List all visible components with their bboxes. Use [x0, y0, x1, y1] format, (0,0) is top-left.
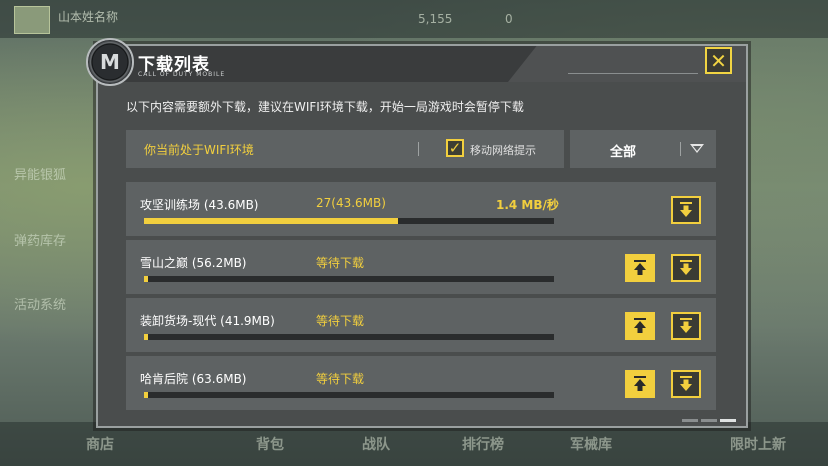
close-button[interactable]: ✕ — [705, 47, 732, 74]
download-notice: 以下内容需要额外下载，建议在WIFI环境下载，开始一局游戏时会暂停下载 — [126, 100, 524, 114]
bg-left-label-1: 异能银狐 — [14, 168, 67, 183]
page-dot — [701, 419, 717, 422]
download-button[interactable] — [671, 370, 701, 398]
pause-download-button[interactable] — [671, 196, 701, 224]
page-indicator — [679, 419, 736, 422]
arrow-down-icon — [680, 202, 692, 217]
arrow-down-icon — [680, 376, 692, 391]
progress-fill — [144, 276, 149, 282]
progress-fill — [144, 334, 149, 340]
bg-left-label-3: 活动系统 — [14, 298, 67, 313]
close-icon: ✕ — [710, 48, 727, 73]
dialog-subtitle: CALL OF DUTY MOBILE — [138, 71, 226, 78]
progress-bar — [144, 334, 554, 340]
download-row-1: 雪山之巅 (56.2MB) 等待下载 — [126, 240, 716, 294]
filter-divider — [418, 142, 419, 156]
category-dropdown[interactable]: 全部 — [570, 130, 716, 168]
download-item-status: 等待下载 — [316, 256, 365, 270]
download-item-status: 等待下载 — [316, 372, 365, 386]
network-filter-bar: 你当前处于WIFI环境 ✓ 移动网络提示 — [126, 130, 564, 168]
arrow-down-icon — [680, 318, 692, 333]
mobile-prompt-label[interactable]: 移动网络提示 — [470, 142, 536, 158]
download-item-name: 装卸货场-现代 (41.9MB) — [140, 314, 275, 328]
arrow-down-icon — [680, 260, 692, 275]
bg-tab-rank: 排行榜 — [462, 437, 504, 453]
progress-fill — [144, 392, 149, 398]
download-button[interactable] — [671, 312, 701, 340]
download-button[interactable] — [671, 254, 701, 282]
bg-tab-bag: 背包 — [256, 437, 284, 453]
progress-bar — [144, 218, 554, 224]
dropdown-selected: 全部 — [610, 145, 637, 160]
bg-tab-clan: 战队 — [362, 437, 390, 453]
dialog-header: M 下载列表 CALL OF DUTY MOBILE ✕ — [86, 38, 746, 86]
download-item-name: 攻坚训练场 (43.6MB) — [140, 198, 259, 212]
page-dot — [682, 419, 698, 422]
download-item-name: 哈肯后院 (63.6MB) — [140, 372, 247, 386]
bottom-nav: 商店 背包 战队 排行榜 军械库 限时上新 — [0, 422, 828, 466]
checkmark-icon: ✓ — [448, 139, 462, 157]
download-item-status: 等待下载 — [316, 314, 365, 328]
bg-tab-armory: 军械库 — [570, 437, 612, 453]
download-list-dialog: M 下载列表 CALL OF DUTY MOBILE ✕ 以下内容需要额外下载，… — [86, 38, 748, 428]
download-row-2: 装卸货场-现代 (41.9MB) 等待下载 — [126, 298, 716, 352]
chevron-down-icon — [690, 144, 704, 153]
bg-left-label-2: 弹药库存 — [14, 234, 67, 249]
top-hud: 山本姓名称 5,155 0 — [0, 0, 828, 38]
download-row-0: 攻坚训练场 (43.6MB) 27(43.6MB) 1.4 MB/秒 — [126, 182, 716, 236]
player-name: 山本姓名称 — [58, 10, 119, 24]
player-avatar — [14, 6, 50, 34]
mobile-prompt-checkbox[interactable]: ✓ — [446, 139, 464, 157]
download-item-name: 雪山之巅 (56.2MB) — [140, 256, 247, 270]
download-list: 攻坚训练场 (43.6MB) 27(43.6MB) 1.4 MB/秒 雪山之巅 … — [126, 182, 716, 412]
progress-fill — [144, 218, 399, 224]
header-line-decoration — [568, 73, 698, 74]
logo-letter: M — [100, 50, 120, 74]
currency-b: 0 — [505, 12, 513, 26]
arrow-up-icon — [634, 376, 646, 391]
download-item-speed: 1.4 MB/秒 — [496, 198, 559, 212]
page-dot-active — [720, 419, 736, 422]
download-item-status: 27(43.6MB) — [316, 196, 386, 210]
bg-tab-shop: 商店 — [86, 437, 114, 453]
download-row-3: 哈肯后院 (63.6MB) 等待下载 — [126, 356, 716, 410]
bg-tab-new: 限时上新 — [730, 437, 786, 453]
currency-a: 5,155 — [418, 12, 453, 26]
network-status-text: 你当前处于WIFI环境 — [144, 143, 254, 157]
progress-bar — [144, 392, 554, 398]
arrow-up-icon — [634, 318, 646, 333]
cod-logo-icon: M — [86, 38, 134, 86]
move-to-top-button[interactable] — [625, 312, 655, 340]
arrow-up-icon — [634, 260, 646, 275]
move-to-top-button[interactable] — [625, 370, 655, 398]
progress-bar — [144, 276, 554, 282]
dropdown-divider — [680, 142, 681, 156]
move-to-top-button[interactable] — [625, 254, 655, 282]
